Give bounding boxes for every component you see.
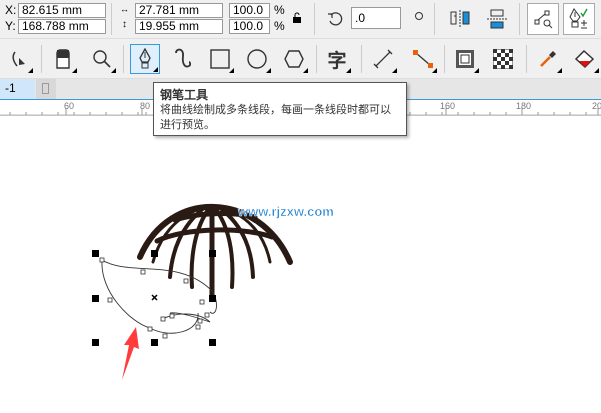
percent-label: % (274, 3, 285, 17)
rectangle-tool[interactable] (205, 44, 235, 74)
pen-auto-close-button[interactable] (563, 3, 595, 35)
rotation-input[interactable]: .0 (351, 7, 401, 29)
height-icon: ↕ (122, 19, 127, 30)
pen-nib-icon (139, 48, 151, 69)
fill-bucket-icon (574, 49, 595, 69)
red-arrow-icon (122, 327, 139, 380)
y-position-input[interactable]: 168.788 mm (18, 19, 106, 34)
bspline-tool[interactable] (168, 44, 198, 74)
node-edit-button[interactable] (527, 3, 559, 35)
pick-tool[interactable] (4, 44, 34, 74)
zoom-tool[interactable] (87, 44, 117, 74)
dimension-tool[interactable] (368, 44, 398, 74)
ruler-tick: 200 (592, 101, 601, 111)
tooltip-body: 将曲线绘制成多条线段，每画一条线段时都可以进行预览。 (160, 104, 391, 131)
height-input[interactable]: 19.955 mm (135, 19, 223, 34)
interactive-fill-tool[interactable] (570, 44, 600, 74)
rotate-icon (328, 12, 343, 26)
percent-label: % (274, 19, 285, 33)
hexagon-icon (284, 50, 304, 68)
shape-tool[interactable] (48, 44, 78, 74)
dimension-line-icon (373, 49, 393, 69)
contour-tool[interactable] (450, 44, 480, 74)
node-zoom-icon (534, 10, 553, 29)
y-label: Y: (5, 19, 16, 33)
toolbox: 字 (0, 39, 601, 79)
curve-icon (175, 48, 192, 68)
ruler-tick: 160 (440, 101, 456, 111)
mirror-horizontal-icon[interactable] (449, 9, 471, 29)
text-tool[interactable]: 字 (322, 44, 352, 74)
mirror-vertical-icon[interactable] (486, 8, 508, 30)
pen-tool-tooltip: 钢笔工具 将曲线绘制成多条线段，每画一条线段时都可以进行预览。 (153, 82, 407, 136)
pen-tool[interactable] (130, 44, 160, 74)
ruler-tick: 80 (140, 101, 151, 111)
checkerboard-icon (493, 49, 513, 69)
rectangle-icon (210, 49, 230, 69)
lock-icon[interactable] (292, 12, 302, 24)
x-label: X: (5, 3, 17, 17)
watermark-text: www.rjzxw.com (237, 204, 334, 219)
center-x-icon (151, 294, 158, 301)
tooltip-title: 钢笔工具 (160, 88, 209, 102)
ruler-tick: 60 (64, 101, 75, 111)
connector-icon (413, 50, 433, 68)
ellipse-icon (247, 49, 267, 69)
add-page-tab[interactable] (36, 79, 56, 99)
drawing-canvas[interactable]: www.rjzxw.com (0, 117, 601, 413)
eyedropper-tool[interactable] (533, 44, 563, 74)
ellipse-tool[interactable] (242, 44, 272, 74)
width-input[interactable]: 27.781 mm (135, 3, 223, 18)
pick-freehand-icon (12, 51, 25, 67)
scale-x-input[interactable]: 100.0 (229, 3, 270, 18)
ruler-tick: 180 (516, 101, 532, 111)
page-tab[interactable]: -1 (0, 79, 35, 99)
pen-check-icon (569, 8, 588, 29)
x-position-input[interactable]: 82.615 mm (18, 3, 106, 18)
property-bar: X: 82.615 mm Y: 168.788 mm ↔ 27.781 mm ↕… (0, 0, 601, 39)
width-icon: ↔ (120, 4, 129, 14)
eraser-icon (56, 49, 70, 69)
transparency-tool[interactable] (488, 44, 518, 74)
degree-icon (415, 12, 423, 20)
connector-tool[interactable] (408, 44, 438, 74)
scale-y-input[interactable]: 100.0 (229, 19, 270, 34)
magnifier-icon (93, 50, 111, 68)
text-glyph-icon: 字 (327, 50, 347, 72)
contour-icon (456, 50, 474, 68)
eyedropper-icon (540, 51, 556, 67)
polygon-tool[interactable] (279, 44, 309, 74)
